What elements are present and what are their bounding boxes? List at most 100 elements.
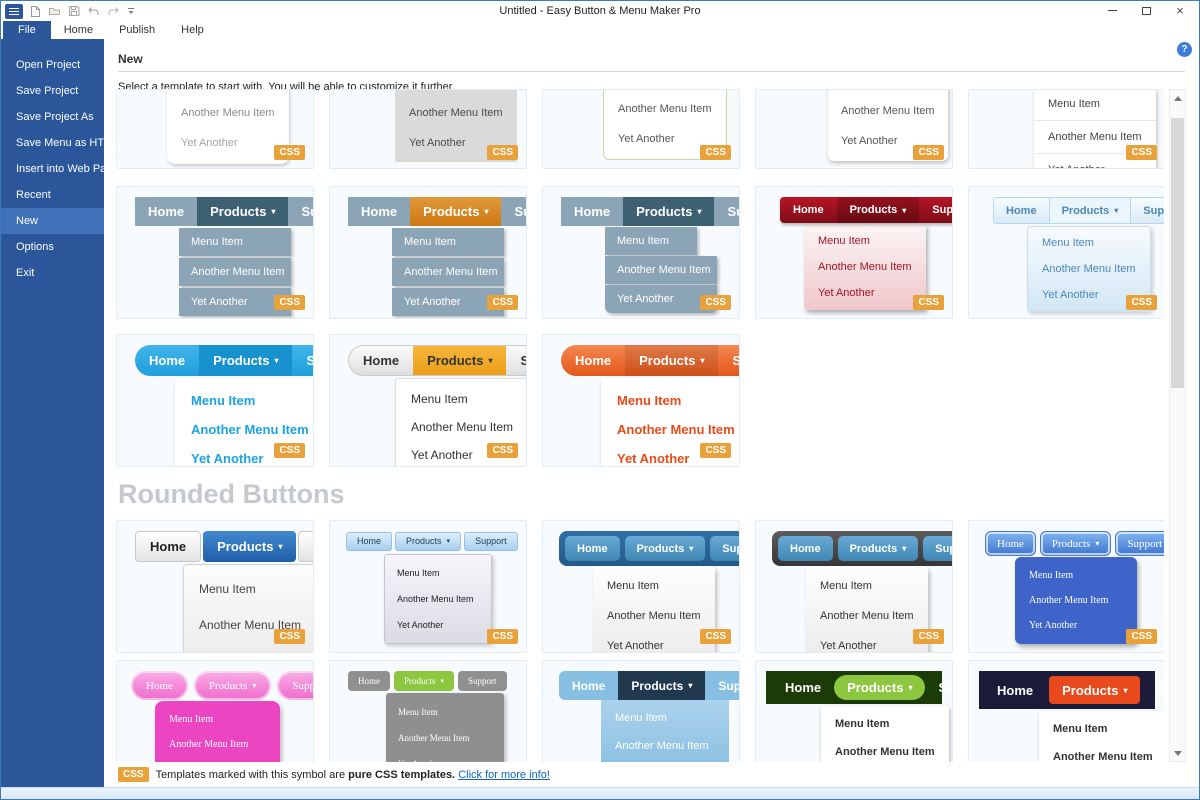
preview-menubar: Home Products▾ Support — [985, 531, 1164, 556]
sidebar-item-options[interactable]: Options — [1, 234, 104, 260]
quick-access-toolbar — [1, 4, 135, 19]
template-card[interactable]: Home Products▾ Support Menu Item Another… — [542, 334, 740, 467]
css-badge: CSS — [274, 443, 305, 458]
help-icon[interactable]: ? — [1177, 42, 1192, 57]
window-bottom-strip — [1, 787, 1199, 799]
template-card[interactable]: Home Products▾ Support Menu Item Another… — [116, 520, 314, 653]
customize-toolbar-icon[interactable] — [127, 7, 135, 16]
preview-products: Products▾ — [394, 671, 454, 691]
preview-menu-item: Another Menu Item — [601, 415, 740, 444]
preview-menu-item: Menu Item — [167, 89, 289, 98]
template-card[interactable]: Home Products▾ Support Menu Item Another… — [755, 186, 953, 319]
template-card[interactable]: Home Products▾ Support Menu Item Another… — [755, 660, 953, 762]
preview-home: Home — [135, 531, 201, 562]
preview-dropdown: Menu Item Another Menu Item Yet Another — [1015, 557, 1137, 644]
footer-text: Templates marked with this symbol are pu… — [156, 769, 550, 781]
preview-menu-item: Another Menu Item — [1015, 588, 1137, 613]
preview-dropdown: Menu Item Another Menu Item Yet Another — [601, 700, 729, 762]
caret-down-icon: ▾ — [697, 207, 701, 216]
preview-products: Products▾ — [410, 197, 501, 226]
preview-menu-item: Another Menu Item — [395, 98, 517, 128]
preview-menu-item: Menu Item — [593, 571, 715, 601]
save-icon[interactable] — [68, 5, 80, 17]
preview-menubar: Home Products▾ Support — [348, 197, 527, 226]
preview-menubar: Home Products▾ Support — [131, 671, 314, 700]
template-card[interactable]: Home Products▾ Support Menu Item Another… — [542, 520, 740, 653]
scroll-up-arrow-icon[interactable] — [1170, 90, 1185, 106]
template-card[interactable]: Home Products▾ Support Menu Item Another… — [968, 520, 1164, 653]
css-badge: CSS — [700, 443, 731, 458]
caret-down-icon: ▾ — [1095, 539, 1099, 548]
caret-down-icon: ▾ — [1123, 686, 1127, 695]
css-badge: CSS — [274, 295, 305, 310]
scroll-down-arrow-icon[interactable] — [1170, 745, 1185, 761]
template-card[interactable]: Home Products▾ Support Menu Item Another… — [542, 660, 740, 762]
css-badge: CSS — [274, 145, 305, 160]
css-badge: CSS — [118, 767, 149, 782]
sidebar-item-save-menu-as-html[interactable]: Save Menu as HTML — [1, 130, 104, 156]
maximize-button[interactable] — [1129, 1, 1163, 20]
template-card[interactable]: Home Products▾ Support Menu Item Another… — [116, 186, 314, 319]
preview-menu-item: Yet Another — [386, 751, 504, 762]
preview-menu-item: Menu Item — [821, 710, 949, 738]
preview-menu-item: Another Menu Item — [175, 415, 314, 444]
preview-support: Support — [292, 345, 314, 376]
preview-products: Products▾ — [623, 197, 714, 226]
preview-menu-item: Menu Item — [601, 704, 729, 732]
sidebar-item-new[interactable]: New — [1, 208, 104, 234]
css-badge: CSS — [487, 145, 518, 160]
redo-icon[interactable] — [107, 6, 120, 17]
sidebar-item-save-project[interactable]: Save Project — [1, 78, 104, 104]
template-card[interactable]: Home Products▾ Support Menu Item Another… — [968, 660, 1164, 762]
preview-products: Products▾ — [197, 197, 288, 226]
preview-menu-item: Another Menu Item — [593, 601, 715, 631]
template-card[interactable]: Home Products▾ Support Menu Item Another… — [329, 520, 527, 653]
preview-home: Home — [561, 197, 623, 226]
template-card[interactable]: Home Products▾ Support Menu Item Another… — [542, 186, 740, 319]
sidebar-item-recent[interactable]: Recent — [1, 182, 104, 208]
scrollbar-thumb[interactable] — [1171, 118, 1184, 388]
preview-support: Support — [501, 197, 527, 226]
template-card[interactable]: Menu Item Another Menu Item Yet Another … — [968, 89, 1164, 169]
minimize-button[interactable] — [1095, 1, 1129, 20]
open-folder-icon[interactable] — [48, 6, 61, 17]
template-card[interactable]: Home Products▾ Support Menu Item Another… — [968, 186, 1164, 319]
tab-home[interactable]: Home — [51, 21, 106, 39]
preview-menubar: Home Products▾ Support — [780, 197, 953, 223]
preview-support: Support — [1115, 531, 1164, 556]
tab-publish[interactable]: Publish — [106, 21, 168, 39]
new-file-icon[interactable] — [30, 5, 41, 18]
more-info-link[interactable]: Click for more info! — [458, 769, 550, 781]
sidebar-item-insert-into-web-page[interactable]: Insert into Web Page — [1, 156, 104, 182]
sidebar-item-open-project[interactable]: Open Project — [1, 52, 104, 78]
preview-menu-item: Menu Item — [1015, 563, 1137, 588]
sidebar-item-save-project-as[interactable]: Save Project As — [1, 104, 104, 130]
template-card[interactable]: Home Products▾ Support Menu Item Another… — [116, 660, 314, 762]
undo-icon[interactable] — [87, 6, 100, 17]
close-button[interactable]: × — [1163, 1, 1197, 20]
template-card[interactable]: Menu Item Another Menu Item Yet Another … — [329, 89, 527, 169]
template-card[interactable]: Home Products▾ Support Menu Item Another… — [755, 520, 953, 653]
css-badge: CSS — [487, 295, 518, 310]
app-menu-icon[interactable] — [5, 4, 23, 19]
vertical-scrollbar[interactable] — [1169, 89, 1186, 762]
preview-menu-item: Another Menu Item — [604, 94, 726, 124]
css-badge: CSS — [487, 443, 518, 458]
template-card[interactable]: Home Products▾ Support Menu Item Another… — [329, 660, 527, 762]
preview-menu-item: Another Menu Item — [1039, 743, 1164, 762]
template-card[interactable]: Home Products▾ Support Menu Item Another… — [329, 186, 527, 319]
css-badge: CSS — [700, 629, 731, 644]
tab-help[interactable]: Help — [168, 21, 217, 39]
preview-support: Support — [1131, 198, 1164, 223]
template-card[interactable]: Menu Item Another Menu Item Yet Another … — [542, 89, 740, 169]
caret-down-icon: ▾ — [484, 207, 488, 216]
template-card[interactable]: Home Products▾ Support Menu Item Another… — [116, 334, 314, 467]
preview-menubar: Home Products▾ Support — [561, 197, 740, 226]
template-card[interactable]: Menu Item Another Menu Item Yet Another … — [755, 89, 953, 169]
template-card[interactable]: Home Products▾ Support Menu Item Another… — [329, 334, 527, 467]
template-card[interactable]: Menu Item Another Menu Item Yet Another … — [116, 89, 314, 169]
css-badge: CSS — [700, 295, 731, 310]
tab-file[interactable]: File — [3, 21, 51, 39]
preview-support: Support — [277, 671, 314, 700]
sidebar-item-exit[interactable]: Exit — [1, 260, 104, 286]
